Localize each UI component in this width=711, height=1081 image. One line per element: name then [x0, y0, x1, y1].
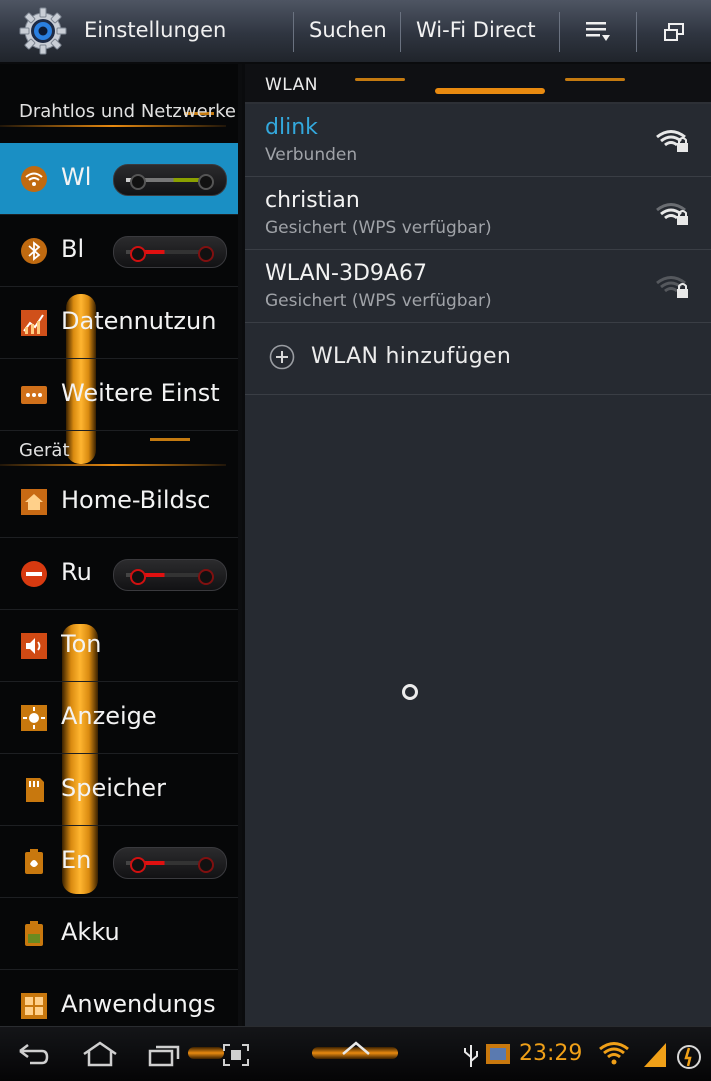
chevron-up-icon[interactable] — [340, 1039, 372, 1057]
sidebar-item-storage[interactable]: Speicher — [0, 754, 238, 826]
sidebar-item-quiet-mode[interactable]: Ru — [0, 538, 238, 610]
power-saving-toggle[interactable] — [113, 847, 227, 879]
wifi-signal-locked-icon — [656, 276, 688, 298]
home-screen-icon — [21, 489, 47, 515]
divider — [559, 12, 560, 52]
bluetooth-toggle[interactable] — [113, 236, 227, 268]
sidebar-item-label: Akku — [61, 918, 120, 946]
settings-sidebar: Drahtlos und Netzwerke Wl Bl Datennutzun… — [0, 64, 238, 1026]
sidebar-item-label: Anwendungs — [61, 990, 216, 1018]
system-bar: 23:29 — [0, 1026, 711, 1081]
divider — [400, 12, 401, 52]
sidebar-item-label: En — [61, 846, 92, 874]
sidebar-item-power-saving[interactable]: En — [0, 826, 238, 898]
network-name: WLAN-3D9A67 — [265, 261, 427, 286]
wlan-network-row[interactable]: christian Gesichert (WPS verfügbar) — [245, 177, 711, 250]
wlan-panel: WLAN dlink Verbunden christian Gesichert… — [242, 64, 711, 1026]
sidebar-item-more-settings[interactable]: Weitere Einst — [0, 359, 238, 431]
sidebar-item-label: Wl — [61, 163, 92, 191]
sidebar-item-home-screen[interactable]: Home-Bildsc — [0, 466, 238, 538]
usb-icon — [464, 1045, 478, 1067]
scanning-indicator — [402, 684, 418, 700]
sidebar-item-label: Datennutzun — [61, 307, 217, 335]
sidebar-item-wlan[interactable]: Wl — [0, 143, 238, 215]
status-clock: 23:29 — [519, 1041, 583, 1066]
add-icon — [269, 344, 295, 370]
sidebar-item-apps[interactable]: Anwendungs — [0, 970, 238, 1026]
sidebar-item-battery[interactable]: Akku — [0, 898, 238, 970]
wifi-status-icon — [599, 1042, 629, 1065]
sidebar-item-sound[interactable]: Ton — [0, 610, 238, 682]
section-header-device: Gerät — [0, 441, 238, 466]
network-status: Gesichert (WPS verfügbar) — [265, 291, 492, 311]
wlan-network-row[interactable]: WLAN-3D9A67 Gesichert (WPS verfügbar) — [245, 250, 711, 323]
wlan-toggle[interactable] — [113, 164, 227, 196]
wifi-icon — [21, 166, 47, 192]
wifi-signal-locked-icon — [656, 203, 688, 225]
decorative-line — [435, 88, 545, 94]
overflow-menu-icon[interactable] — [584, 19, 612, 43]
add-wlan-row[interactable]: WLAN hinzufügen — [245, 322, 711, 395]
decorative-line — [565, 78, 625, 81]
recent-apps-icon[interactable] — [148, 1043, 182, 1067]
sidebar-item-label: Speicher — [61, 774, 166, 802]
battery-icon — [25, 921, 43, 946]
sidebar-item-display[interactable]: Anzeige — [0, 682, 238, 754]
sidebar-item-label: Ru — [61, 558, 92, 586]
network-name: dlink — [265, 115, 318, 140]
gallery-notification-icon — [486, 1044, 510, 1064]
back-icon[interactable] — [16, 1043, 50, 1065]
bluetooth-icon — [21, 238, 47, 264]
network-name: christian — [265, 188, 360, 213]
battery-status-icon — [677, 1045, 701, 1069]
settings-gear-icon[interactable] — [18, 6, 68, 56]
cellular-signal-icon — [644, 1043, 666, 1067]
wlan-header: WLAN — [245, 64, 711, 104]
sidebar-item-label: Anzeige — [61, 702, 157, 730]
storage-icon — [26, 778, 44, 802]
multi-window-icon[interactable] — [663, 22, 685, 42]
sound-icon — [21, 633, 47, 659]
add-wlan-label: WLAN hinzufügen — [311, 344, 512, 369]
sidebar-item-label: Bl — [61, 235, 85, 263]
sidebar-item-data-usage[interactable]: Datennutzun — [0, 287, 238, 359]
decorative-line — [355, 78, 405, 81]
wlan-network-row[interactable]: dlink Verbunden — [245, 104, 711, 177]
decorative-handle — [188, 1047, 224, 1059]
network-status: Verbunden — [265, 145, 358, 165]
app-title: Einstellungen — [84, 18, 227, 42]
sidebar-item-bluetooth[interactable]: Bl — [0, 215, 238, 287]
network-status: Gesichert (WPS verfügbar) — [265, 218, 492, 238]
screenshot-icon[interactable] — [222, 1043, 250, 1067]
do-not-disturb-icon — [21, 561, 47, 587]
search-button[interactable]: Suchen — [309, 18, 387, 42]
display-icon — [21, 705, 47, 731]
power-saving-icon — [25, 849, 43, 874]
wifi-direct-button[interactable]: Wi-Fi Direct — [416, 18, 536, 42]
divider — [293, 12, 294, 52]
divider — [636, 12, 637, 52]
data-usage-icon — [21, 310, 47, 336]
sidebar-item-label: Ton — [61, 630, 102, 658]
wlan-header-title: WLAN — [265, 75, 319, 95]
home-icon[interactable] — [82, 1041, 118, 1067]
action-bar: Einstellungen Suchen Wi-Fi Direct — [0, 0, 711, 64]
quiet-mode-toggle[interactable] — [113, 559, 227, 591]
sidebar-item-label: Home-Bildsc — [61, 486, 211, 514]
more-settings-icon — [21, 386, 47, 404]
sidebar-item-label: Weitere Einst — [61, 379, 220, 407]
wifi-signal-locked-icon — [656, 130, 688, 152]
section-header-wireless: Drahtlos und Netzwerke — [0, 102, 238, 127]
apps-icon — [21, 993, 47, 1019]
